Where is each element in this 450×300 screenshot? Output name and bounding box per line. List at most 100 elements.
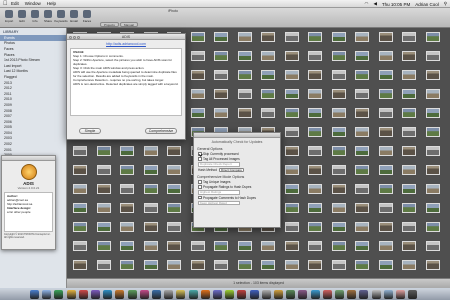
toolbar-button-info[interactable]: Info (29, 10, 41, 26)
photo-thumbnail[interactable] (73, 184, 87, 194)
toolbar-button-share[interactable]: Share (42, 10, 54, 26)
option-tag-unique[interactable]: Tag Unique Images (198, 180, 276, 184)
photo-thumbnail[interactable] (355, 51, 369, 61)
photo-thumbnail[interactable] (261, 51, 275, 61)
menu-help[interactable]: Help (47, 1, 56, 6)
checkbox[interactable] (198, 195, 202, 200)
photo-thumbnail[interactable] (73, 165, 87, 175)
photo-thumbnail[interactable] (96, 146, 111, 156)
photo-thumbnail[interactable] (331, 260, 346, 270)
clock[interactable]: Thu 10:05 PM (382, 2, 410, 7)
photo-thumbnail[interactable] (308, 165, 322, 175)
photo-thumbnail[interactable] (378, 184, 393, 194)
photo-thumbnail[interactable] (284, 108, 299, 118)
dock-app-icon[interactable] (188, 290, 198, 299)
ratings-field[interactable]: Highest Ratings (198, 190, 240, 195)
photo-thumbnail[interactable] (167, 222, 181, 232)
comprehensive-button[interactable]: Comprehensive (145, 128, 177, 134)
photo-thumbnail[interactable] (143, 203, 158, 213)
photo-thumbnail[interactable] (237, 32, 252, 42)
dock-app-icon[interactable] (335, 290, 344, 299)
dock-app-icon[interactable] (274, 290, 283, 299)
photo-thumbnail[interactable] (261, 32, 275, 42)
photo-thumbnail[interactable] (402, 89, 416, 99)
about-titlebar[interactable] (2, 156, 55, 161)
photo-thumbnail[interactable] (355, 241, 369, 251)
photo-thumbnail[interactable] (402, 184, 416, 194)
photo-thumbnail[interactable] (167, 241, 181, 251)
dock-app-icon[interactable] (396, 290, 405, 299)
user-name[interactable]: Adrian Cool (415, 2, 439, 7)
dock-app-icon[interactable] (91, 290, 100, 299)
photo-thumbnail[interactable] (425, 203, 440, 213)
photo-thumbnail[interactable] (331, 241, 346, 251)
dock-app-icon[interactable] (103, 290, 113, 299)
dock-app-icon[interactable] (237, 290, 247, 299)
photo-thumbnail[interactable] (96, 165, 111, 175)
checkbox[interactable] (198, 185, 202, 189)
photo-thumbnail[interactable] (73, 222, 87, 232)
photo-thumbnail[interactable] (331, 32, 346, 42)
photo-thumbnail[interactable] (190, 241, 205, 251)
photo-thumbnail[interactable] (261, 108, 275, 118)
dock-app-icon[interactable] (66, 290, 76, 299)
dock-app-icon[interactable] (54, 290, 64, 299)
check-updates-link[interactable]: Automatically Check for Updates (194, 140, 280, 144)
photo-thumbnail[interactable] (190, 260, 205, 270)
photo-thumbnail[interactable] (378, 32, 393, 42)
photo-thumbnail[interactable] (143, 165, 158, 175)
apple-icon[interactable]:  (3, 1, 11, 7)
photo-thumbnail[interactable] (402, 165, 416, 175)
photo-thumbnail[interactable] (308, 260, 322, 270)
photo-thumbnail[interactable] (214, 32, 228, 42)
dock-app-icon[interactable] (322, 290, 332, 299)
photo-thumbnail[interactable] (308, 127, 322, 137)
photo-thumbnail[interactable] (378, 146, 393, 156)
photo-thumbnail[interactable] (237, 70, 252, 80)
photo-thumbnail[interactable] (73, 260, 87, 270)
photo-thumbnail[interactable] (402, 146, 416, 156)
photo-thumbnail[interactable] (214, 51, 228, 61)
photo-thumbnail[interactable] (73, 241, 87, 251)
dock-app-icon[interactable] (152, 290, 161, 299)
photo-thumbnail[interactable] (120, 203, 134, 213)
photo-thumbnail[interactable] (425, 89, 440, 99)
photo-thumbnail[interactable] (167, 165, 181, 175)
photo-thumbnail[interactable] (96, 222, 111, 232)
photo-thumbnail[interactable] (214, 108, 228, 118)
photo-thumbnail[interactable] (355, 260, 369, 270)
dock-app-icon[interactable] (176, 290, 186, 299)
segment-manual[interactable]: Manual (120, 22, 138, 27)
photo-thumbnail[interactable] (355, 165, 369, 175)
photo-thumbnail[interactable] (402, 203, 416, 213)
photo-thumbnail[interactable] (402, 108, 416, 118)
photo-thumbnail[interactable] (237, 241, 252, 251)
photo-thumbnail[interactable] (355, 70, 369, 80)
photo-thumbnail[interactable] (261, 89, 275, 99)
dock-app-icon[interactable] (261, 290, 271, 299)
toolbar-button-keywords[interactable]: Keywords (54, 10, 68, 26)
photo-thumbnail[interactable] (143, 184, 158, 194)
photo-thumbnail[interactable] (214, 241, 228, 251)
options-titlebar[interactable] (194, 133, 280, 138)
dock-app-icon[interactable] (408, 290, 418, 299)
photo-thumbnail[interactable] (355, 127, 369, 137)
photo-thumbnail[interactable] (167, 203, 181, 213)
photo-thumbnail[interactable] (284, 260, 299, 270)
photo-thumbnail[interactable] (425, 70, 440, 80)
checkbox[interactable] (198, 157, 202, 161)
toolbar-button-email[interactable]: Email (68, 10, 80, 26)
dock-app-icon[interactable] (30, 290, 39, 299)
photo-thumbnail[interactable] (402, 70, 416, 80)
photo-thumbnail[interactable] (331, 51, 346, 61)
dock-app-icon[interactable] (225, 290, 235, 299)
dock-app-icon[interactable] (42, 290, 52, 299)
photo-thumbnail[interactable] (425, 146, 440, 156)
dock-app-icon[interactable] (115, 290, 125, 299)
photo-thumbnail[interactable] (331, 165, 346, 175)
adis-titlebar[interactable]: ADIS (67, 34, 185, 40)
photo-thumbnail[interactable] (355, 203, 369, 213)
photo-thumbnail[interactable] (331, 108, 346, 118)
photo-thumbnail[interactable] (378, 127, 393, 137)
photo-thumbnail[interactable] (167, 184, 181, 194)
